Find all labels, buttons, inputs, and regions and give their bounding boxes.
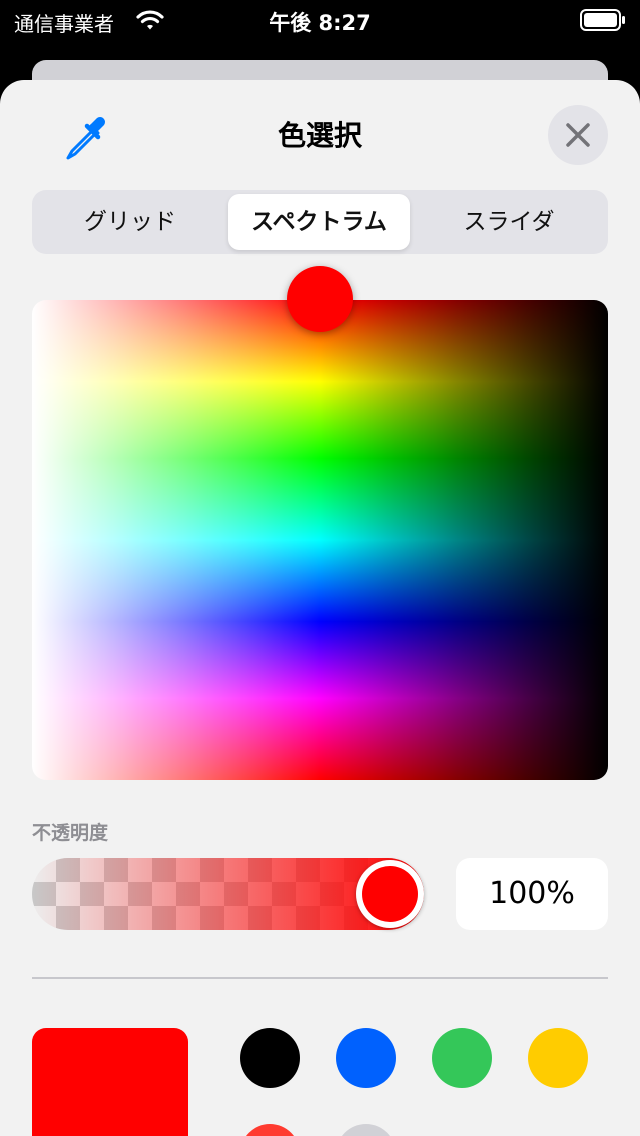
sheet-title: 色選択	[277, 119, 362, 152]
color-picker-sheet: 色選択 グリッド スペクトラム スライダ 不透明度 100%	[0, 80, 640, 1136]
opacity-label: 不透明度	[32, 822, 109, 844]
tab-spectrum[interactable]: スペクトラム	[228, 194, 410, 250]
status-bar: 通信事業者 午後 8:27	[0, 0, 640, 44]
color-spectrum[interactable]	[32, 300, 608, 780]
swatch-blue[interactable]	[336, 1028, 396, 1088]
spectrum-selection-handle[interactable]	[287, 266, 353, 332]
status-time: 午後 8:27	[269, 11, 371, 35]
swatch-red[interactable]	[240, 1124, 300, 1136]
close-button[interactable]	[548, 105, 608, 165]
current-color-preview	[32, 1028, 188, 1136]
mode-segmented-control: グリッド スペクトラム スライダ	[32, 190, 608, 254]
tab-grid[interactable]: グリッド	[36, 194, 224, 250]
swatch-gray[interactable]	[336, 1124, 396, 1136]
swatch-yellow[interactable]	[528, 1028, 588, 1088]
battery-icon	[580, 9, 626, 35]
swatch-green[interactable]	[432, 1028, 492, 1088]
opacity-value-field[interactable]: 100%	[456, 858, 608, 930]
tab-sliders[interactable]: スライダ	[414, 194, 604, 250]
close-icon	[566, 123, 590, 147]
swatch-black[interactable]	[240, 1028, 300, 1088]
divider	[32, 977, 608, 979]
opacity-slider-thumb[interactable]	[356, 860, 424, 928]
opacity-thumb-color	[362, 866, 418, 922]
